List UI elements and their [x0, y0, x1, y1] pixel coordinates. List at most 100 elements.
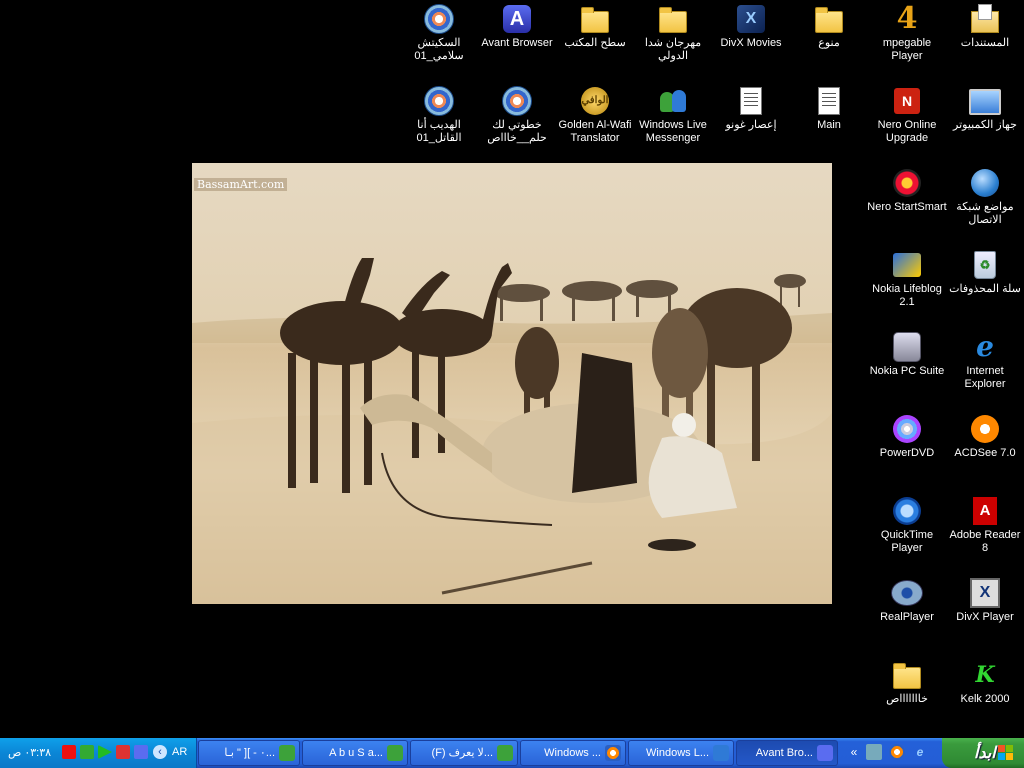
desktop-icon-avant[interactable]: A Avant Browser	[477, 3, 557, 50]
desktop-icon-divx-movies[interactable]: X DivX Movies	[711, 3, 791, 50]
system-tray: ٠٣:٣٨ ص ‹ AR	[0, 738, 197, 768]
desktop-icon-label: Nokia PC Suite	[869, 365, 945, 377]
quick-launch-ie-icon[interactable]: e	[912, 744, 928, 760]
desktop-icon-label: Internet Explorer	[964, 365, 1006, 390]
folder-icon	[813, 3, 845, 35]
desktop-icon-adobe[interactable]: A Adobe Reader 8	[945, 495, 1024, 555]
taskbar-button-media-player[interactable]: Windows ...	[520, 740, 626, 766]
document-icon	[813, 85, 845, 117]
desktop-icon-label: خاااااااص	[886, 693, 928, 705]
play-tray-icon[interactable]	[98, 745, 112, 759]
quicktime-icon	[891, 495, 923, 527]
document-icon	[735, 85, 767, 117]
messenger-icon	[497, 745, 513, 761]
windows-flag-icon	[998, 745, 1014, 761]
desktop-icon-festival[interactable]: مهرجان شدا الدولي	[633, 3, 713, 63]
desktop-icon-hadeeb[interactable]: الهديب أنا القاتل_01	[399, 85, 479, 145]
divx-icon: X	[735, 3, 767, 35]
taskbar-button-avant-browser[interactable]: Avant Bro...	[736, 740, 838, 766]
desktop-icon-label: السكيتش سلامي_01	[414, 37, 464, 62]
desktop-icon-khaaa[interactable]: خاااااااص	[867, 659, 947, 706]
desktop-icon-desktop-folder[interactable]: سطح المكتب	[555, 3, 635, 50]
quick-launch-expand-arrow[interactable]: «	[846, 744, 862, 760]
desktop-icon-main[interactable]: Main	[789, 85, 869, 132]
desktop-icon-kelk[interactable]: K Kelk 2000	[945, 659, 1024, 706]
desktop-icon-label: Nero Online Upgrade	[877, 119, 937, 144]
desktop-icon-my-documents[interactable]: المستندات	[945, 3, 1024, 50]
desktop-icon-wlm[interactable]: Windows Live Messenger	[633, 85, 713, 145]
desktop-icon-label: مواضع شبكة الاتصال	[956, 201, 1014, 226]
nero-startsmart-icon	[891, 167, 923, 199]
desktop-icon-label: سطح المكتب	[564, 37, 626, 49]
recycle-bin-icon: ♻	[969, 249, 1001, 281]
avant-tray-icon[interactable]	[134, 745, 148, 759]
desktop-icon-label: DivX Movies	[720, 37, 782, 49]
start-label: ابدأ	[974, 745, 996, 762]
kelk-icon: K	[975, 662, 995, 688]
network-places-icon	[969, 167, 1001, 199]
wallpaper-photo: BassamArt.com	[192, 163, 832, 604]
taskbar-button-chat-3[interactable]: (F) لا يعرف...	[410, 740, 518, 766]
desktop-icon-label: المستندات	[960, 37, 1010, 49]
security-tray-icon[interactable]	[116, 745, 130, 759]
desktop-icon-lifeblog[interactable]: Nokia Lifeblog 2.1	[867, 249, 947, 309]
media-file-icon	[423, 85, 455, 117]
desktop-icon-network[interactable]: مواضع شبكة الاتصال	[945, 167, 1024, 227]
taskbar-button-chat-5[interactable]: ٠ - ][ " بـا...	[198, 740, 300, 766]
desktop-icon-label: RealPlayer	[880, 611, 934, 623]
desktop-icon-my-computer[interactable]: جهاز الكمبيوتر	[945, 85, 1024, 132]
start-button[interactable]: ابدأ	[942, 738, 1024, 768]
translator-icon: الوافي	[579, 85, 611, 117]
messenger-icon	[387, 745, 403, 761]
camel-scene-illustration	[192, 258, 832, 604]
avant-browser-icon	[817, 745, 833, 761]
taskbar-button-chat-4[interactable]: A b u S a...	[302, 740, 408, 766]
desktop-icon-nero-upgrade[interactable]: N Nero Online Upgrade	[867, 85, 947, 145]
computer-icon	[969, 85, 1001, 117]
desktop-icon-storm[interactable]: إعصار غونو	[711, 85, 791, 132]
desktop-icon-realplayer[interactable]: RealPlayer	[867, 577, 947, 624]
network-tray-icon[interactable]	[80, 745, 94, 759]
antivirus-tray-icon[interactable]	[62, 745, 76, 759]
desktop-icon-nokia-pc[interactable]: Nokia PC Suite	[867, 331, 947, 378]
desktop-icon-label: Avant Browser	[481, 37, 553, 49]
media-file-icon	[501, 85, 533, 117]
desktop-icon-label: إعصار غونو	[725, 119, 777, 131]
desktop-icon-mpegable[interactable]: 4 mpegable Player	[867, 3, 947, 63]
desktop-icon-divx-player[interactable]: X DivX Player	[945, 577, 1024, 624]
messenger-icon	[279, 745, 295, 761]
desktop-icon-label: Kelk 2000	[960, 693, 1010, 705]
nero-icon: N	[891, 85, 923, 117]
desktop-icon-acdsee[interactable]: ACDSee 7.0	[945, 413, 1024, 460]
documents-folder-icon	[969, 3, 1001, 35]
powerdvd-icon	[891, 413, 923, 445]
taskbar-button-messenger[interactable]: Windows L...	[628, 740, 734, 766]
quick-launch-media-player-icon[interactable]	[889, 744, 905, 760]
desktop-icon-label: QuickTime Player	[880, 529, 934, 554]
desktop-icon-sketch[interactable]: السكيتش سلامي_01	[399, 3, 479, 63]
desktop-icon-label: جهاز الكمبيوتر	[953, 119, 1017, 131]
desktop-icon-powerdvd[interactable]: PowerDVD	[867, 413, 947, 460]
desktop-icon-manwa[interactable]: منوع	[789, 3, 869, 50]
desktop-icon-label: PowerDVD	[879, 447, 935, 459]
desktop-icon-recycle[interactable]: ♻ سلة المحذوفات	[945, 249, 1024, 296]
desktop-icon-label: Golden Al-Wafi Translator	[558, 119, 632, 144]
desktop-icon-label: Nokia Lifeblog 2.1	[872, 283, 942, 308]
desktop-icon-nero-smart[interactable]: Nero StartSmart	[867, 167, 947, 214]
desktop-icon-ie[interactable]: e Internet Explorer	[945, 331, 1024, 391]
messenger-icon	[657, 85, 689, 117]
tray-expand-button[interactable]: ‹	[153, 745, 167, 759]
folder-icon	[657, 3, 689, 35]
language-indicator[interactable]: AR	[172, 746, 187, 758]
desktop-icon-alwafi[interactable]: الوافي Golden Al-Wafi Translator	[555, 85, 635, 145]
tray-clock[interactable]: ٠٣:٣٨ ص	[8, 746, 51, 759]
desktop-icon-label: منوع	[818, 37, 840, 49]
desktop-icon-step[interactable]: خطوتي لك حلم__خاااص	[477, 85, 557, 145]
desktop-icon-quicktime[interactable]: QuickTime Player	[867, 495, 947, 555]
media-player-icon	[605, 745, 621, 761]
folder-icon	[579, 3, 611, 35]
desktop-icon-label: مهرجان شدا الدولي	[644, 37, 702, 62]
desktop-icon-label: Nero StartSmart	[867, 201, 947, 213]
quick-launch-desktop-icon[interactable]	[866, 744, 882, 760]
desktop-icon-label: Windows Live Messenger	[639, 119, 707, 144]
